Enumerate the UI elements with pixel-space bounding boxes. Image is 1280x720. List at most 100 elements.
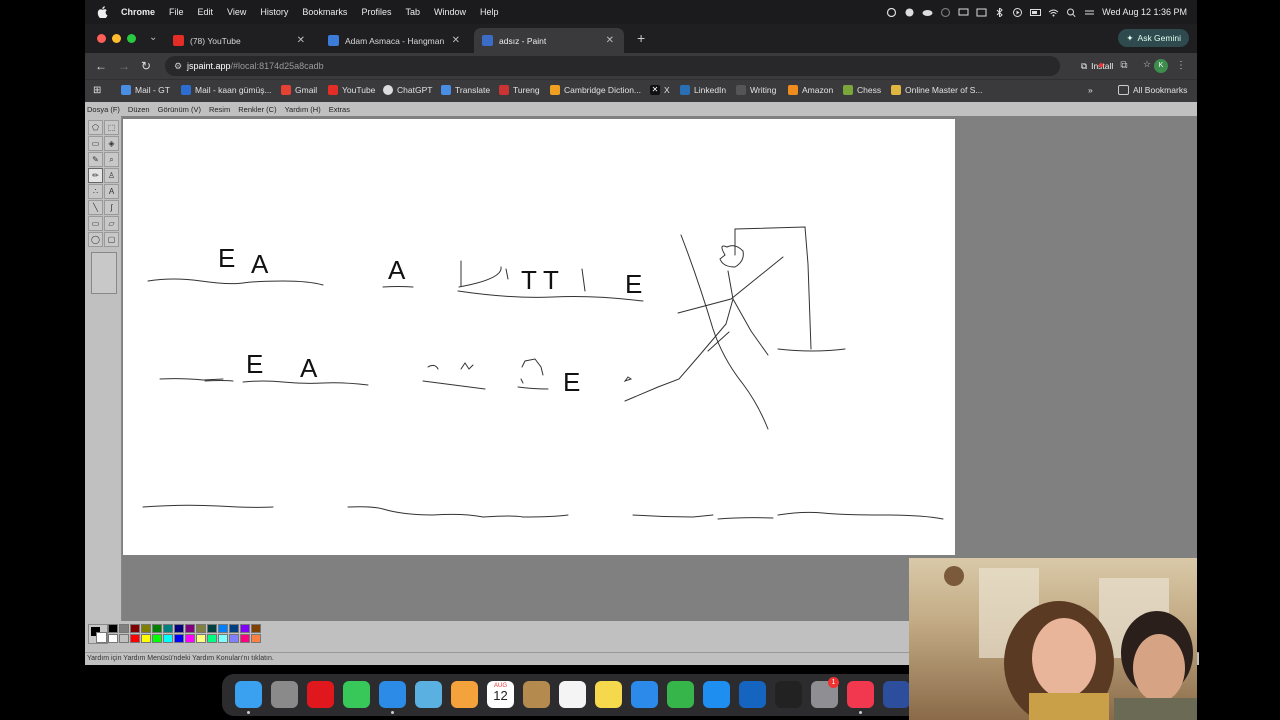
grammarly-icon[interactable] xyxy=(904,8,915,17)
paint-menu-file[interactable]: Dosya (F) xyxy=(87,105,120,114)
color-swatch[interactable] xyxy=(174,634,184,643)
color-swatch[interactable] xyxy=(141,634,151,643)
menu-profiles[interactable]: Profiles xyxy=(361,7,391,17)
ask-gemini-button[interactable]: ✦ Ask Gemini xyxy=(1118,29,1189,47)
cloud-icon[interactable] xyxy=(922,8,933,17)
color-swatch[interactable] xyxy=(130,624,140,633)
color-swatch[interactable] xyxy=(229,634,239,643)
dock-outlook-icon[interactable] xyxy=(739,681,766,708)
extensions-puzzle-icon[interactable]: ⧉ xyxy=(1118,60,1130,72)
paint-menu-colors[interactable]: Renkler (C) xyxy=(238,105,276,114)
tab-close-icon[interactable]: ✕ xyxy=(606,35,614,46)
rectangle-tool-icon[interactable]: ▭ xyxy=(88,216,103,231)
dock-launchpad-icon[interactable] xyxy=(271,681,298,708)
dock-numbers-icon[interactable] xyxy=(667,681,694,708)
current-colors-indicator[interactable] xyxy=(88,624,108,644)
bookmark-youtube[interactable]: YouTube xyxy=(328,85,375,95)
chrome-menu-icon[interactable]: ⋮ xyxy=(1175,60,1187,72)
bookmark-tureng[interactable]: Tureng xyxy=(499,85,540,95)
control-center-icon[interactable] xyxy=(1084,8,1095,17)
disabled-sync-icon[interactable] xyxy=(940,7,951,17)
dock-maps-icon[interactable] xyxy=(415,681,442,708)
line-tool-icon[interactable]: ╲ xyxy=(88,200,103,215)
color-swatch[interactable] xyxy=(119,624,129,633)
pick-color-tool-icon[interactable]: ✎ xyxy=(88,152,103,167)
color-swatch[interactable] xyxy=(141,624,151,633)
apps-grid-icon[interactable]: ⊞ xyxy=(93,85,101,96)
pencil-tool-icon[interactable]: ✏ xyxy=(88,168,103,183)
menu-history[interactable]: History xyxy=(260,7,288,17)
color-swatch[interactable] xyxy=(130,634,140,643)
paint-menu-edit[interactable]: Düzen xyxy=(128,105,150,114)
color-swatch[interactable] xyxy=(174,624,184,633)
color-swatch[interactable] xyxy=(163,624,173,633)
paint-menu-view[interactable]: Görünüm (V) xyxy=(158,105,201,114)
color-swatch[interactable] xyxy=(229,624,239,633)
tab-close-icon[interactable]: ✕ xyxy=(297,35,305,46)
tab-close-icon[interactable]: ✕ xyxy=(452,35,460,46)
paint-menu-help[interactable]: Yardım (H) xyxy=(285,105,321,114)
back-arrow-icon[interactable]: ← xyxy=(95,59,107,73)
tab-search-chevron-icon[interactable]: ⌄ xyxy=(149,32,157,43)
fill-tool-icon[interactable]: ◈ xyxy=(104,136,119,151)
color-swatch[interactable] xyxy=(207,634,217,643)
bookmark-linkedin[interactable]: LinkedIn xyxy=(680,85,726,95)
bookmark-online-master[interactable]: Online Master of S... xyxy=(891,85,982,95)
site-info-icon[interactable]: ⚙ xyxy=(174,61,182,72)
dock-contacts-icon[interactable] xyxy=(523,681,550,708)
menu-help[interactable]: Help xyxy=(480,7,499,17)
display-icon[interactable] xyxy=(958,8,969,17)
color-swatch[interactable] xyxy=(152,634,162,643)
paint-menu-image[interactable]: Resim xyxy=(209,105,230,114)
polygon-tool-icon[interactable]: ▱ xyxy=(104,216,119,231)
close-window-button[interactable] xyxy=(97,34,106,43)
zoom-window-button[interactable] xyxy=(127,34,136,43)
bookmark-gmail[interactable]: Gmail xyxy=(281,85,317,95)
bookmark-amazon[interactable]: Amazon xyxy=(788,85,833,95)
dock-notes-icon[interactable] xyxy=(595,681,622,708)
eraser-tool-icon[interactable]: ▭ xyxy=(88,136,103,151)
free-select-tool-icon[interactable]: ⬠ xyxy=(88,120,103,135)
forward-arrow-icon[interactable]: → xyxy=(118,59,130,73)
extension-icon[interactable]: ● xyxy=(1095,60,1107,72)
creative-cloud-icon[interactable] xyxy=(886,7,897,17)
menu-file[interactable]: File xyxy=(169,7,184,17)
bookmark-star-icon[interactable]: ☆ xyxy=(1143,59,1151,70)
color-swatch[interactable] xyxy=(251,624,261,633)
wifi-icon[interactable] xyxy=(1048,8,1059,17)
paint-menu-extras[interactable]: Extras xyxy=(329,105,350,114)
rounded-rect-tool-icon[interactable]: ▢ xyxy=(104,232,119,247)
bookmark-x[interactable]: ✕ X xyxy=(650,85,670,95)
bookmark-mail-kaan[interactable]: Mail - kaan gümüş... xyxy=(181,85,272,95)
window-icon[interactable] xyxy=(976,8,987,17)
bookmark-chatgpt[interactable]: ChatGPT xyxy=(383,85,432,95)
bookmark-writing[interactable]: Writing xyxy=(736,85,776,95)
text-tool-icon[interactable]: A xyxy=(104,184,119,199)
color-swatch[interactable] xyxy=(251,634,261,643)
color-swatch[interactable] xyxy=(196,624,206,633)
menu-view[interactable]: View xyxy=(227,7,246,17)
menu-bookmarks[interactable]: Bookmarks xyxy=(302,7,347,17)
tab-paint[interactable]: adsız - Paint ✕ xyxy=(474,28,624,53)
menu-window[interactable]: Window xyxy=(434,7,466,17)
all-bookmarks-button[interactable]: All Bookmarks xyxy=(1118,85,1187,95)
color-swatch[interactable] xyxy=(240,634,250,643)
dock-keynote-icon[interactable] xyxy=(631,681,658,708)
bluetooth-icon[interactable] xyxy=(994,7,1005,17)
tab-youtube[interactable]: (78) YouTube ✕ xyxy=(165,28,315,53)
magnifier-tool-icon[interactable]: ⌕ xyxy=(104,152,119,167)
dock-calendar-icon[interactable]: AUG 12 xyxy=(487,681,514,708)
tool-options-panel[interactable] xyxy=(91,252,117,294)
minimize-window-button[interactable] xyxy=(112,34,121,43)
bookmark-chess[interactable]: Chess xyxy=(843,85,881,95)
color-swatch[interactable] xyxy=(185,624,195,633)
dock-photos-icon[interactable] xyxy=(451,681,478,708)
color-swatch[interactable] xyxy=(163,634,173,643)
dock-other-icon[interactable] xyxy=(883,681,910,708)
color-swatch[interactable] xyxy=(108,624,118,633)
new-tab-plus-icon[interactable]: + xyxy=(637,30,645,46)
rect-select-tool-icon[interactable]: ⬚ xyxy=(104,120,119,135)
bookmark-translate[interactable]: Translate xyxy=(441,85,490,95)
dock-messages-icon[interactable] xyxy=(343,681,370,708)
color-swatch[interactable] xyxy=(108,634,118,643)
